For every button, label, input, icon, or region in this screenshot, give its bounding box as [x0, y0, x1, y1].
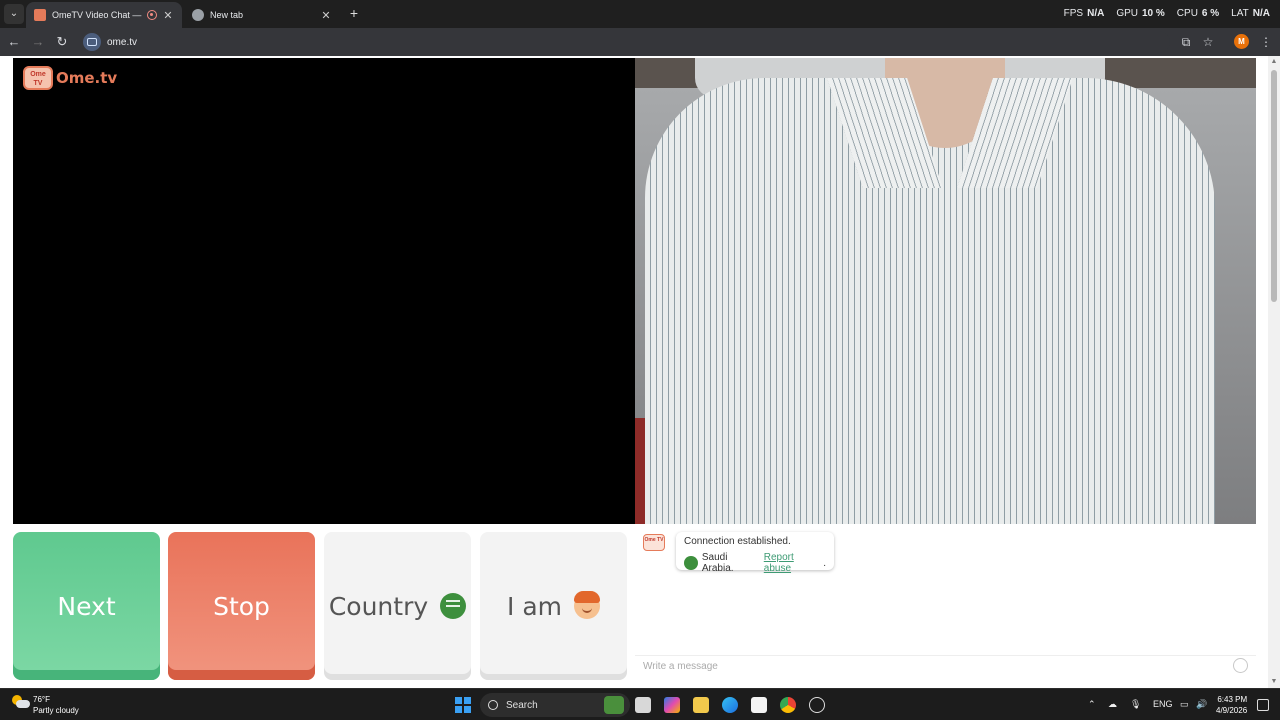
tab-new-tab[interactable]: New tab ✕	[184, 2, 340, 28]
stop-label: Stop	[213, 591, 270, 621]
scroll-down-icon[interactable]: ▼	[1270, 678, 1278, 686]
report-suffix: .	[823, 557, 826, 569]
menu-kebab-icon[interactable]: ⋮	[1258, 34, 1274, 50]
windows-taskbar: 76°F Partly cloudy Search ⌃ ☁ 🎙 ENG ▭ 🔊 …	[0, 688, 1280, 720]
microsoft-store-icon[interactable]	[751, 697, 767, 713]
partner-country: Saudi Arabia.	[701, 552, 734, 574]
cpu-readout: CPU 6 %	[1176, 8, 1220, 19]
app-icon[interactable]	[809, 697, 825, 713]
language-indicator[interactable]: ENG	[1153, 699, 1173, 709]
windows-start-icon[interactable]	[455, 697, 471, 713]
notification-icon[interactable]	[1257, 699, 1269, 711]
i-am-label: I am	[507, 591, 562, 621]
saudi-flag-icon	[440, 593, 467, 619]
scrollbar-thumb[interactable]	[1271, 70, 1277, 302]
chrome-icon[interactable]	[780, 697, 796, 713]
back-icon[interactable]: ←	[6, 34, 22, 50]
system-clock[interactable]: 6:43 PM 4/9/2026	[1216, 694, 1247, 716]
task-view-icon[interactable]	[635, 697, 651, 713]
close-tab-icon[interactable]: ✕	[320, 9, 332, 22]
lat-readout: LAT N/A	[1231, 8, 1270, 19]
page-scrollbar[interactable]: ▲ ▼	[1268, 56, 1280, 688]
reload-icon[interactable]: ↻	[54, 34, 70, 50]
report-abuse-link[interactable]: Report abuse	[764, 552, 823, 574]
page-content: Ome TV Ome.tv Next Stop Country I am Ome…	[0, 56, 1280, 688]
stop-button[interactable]: Stop	[168, 532, 315, 680]
tv-logo-icon: Ome TV	[23, 66, 53, 90]
search-icon	[488, 700, 498, 710]
tab-strip: ⌄ OmeTV Video Chat — Ome ✕ New tab ✕ + F…	[0, 0, 1280, 28]
ometv-chat-avatar-icon: Ome TV	[643, 534, 665, 551]
show-hidden-icons-icon[interactable]: ⌃	[1088, 699, 1096, 710]
close-tab-icon[interactable]: ✕	[162, 9, 174, 22]
new-tab-button[interactable]: +	[346, 5, 362, 21]
connection-status: Connection established.	[684, 536, 791, 547]
tab-title: New tab	[210, 10, 244, 20]
fps-readout: FPS N/A	[1063, 8, 1105, 19]
file-explorer-icon[interactable]	[693, 697, 709, 713]
recording-icon	[147, 10, 157, 20]
microphone-icon[interactable]: 🎙	[1130, 699, 1141, 710]
cast-icon[interactable]: ⧉	[1178, 34, 1194, 50]
chat-panel: Ome TV Connection established. Saudi Ara…	[635, 524, 1256, 688]
bookmark-star-icon[interactable]: ☆	[1200, 34, 1216, 50]
ometv-logo[interactable]: Ome TV Ome.tv	[23, 66, 117, 90]
temperature: 76°F	[33, 695, 50, 704]
network-icon[interactable]: ▭	[1180, 699, 1189, 710]
next-button[interactable]: Next	[13, 532, 160, 680]
forward-icon[interactable]: →	[30, 34, 46, 50]
profile-avatar[interactable]: M	[1234, 34, 1249, 49]
country-button[interactable]: Country	[324, 532, 471, 680]
message-placeholder: Write a message	[643, 661, 718, 672]
tab-ometv[interactable]: OmeTV Video Chat — Ome ✕	[26, 2, 182, 28]
gpu-readout: GPU 10 %	[1116, 8, 1165, 19]
tab-title: OmeTV Video Chat — Ome	[52, 10, 142, 20]
edge-icon[interactable]	[722, 697, 738, 713]
search-label: Search	[506, 699, 538, 711]
ometv-favicon-icon	[34, 9, 46, 21]
i-am-button[interactable]: I am	[480, 532, 627, 680]
taskbar-search[interactable]: Search	[480, 693, 630, 717]
message-input[interactable]: Write a message	[635, 655, 1256, 677]
search-highlight-icon	[604, 696, 624, 714]
logo-text: Ome.tv	[56, 69, 118, 87]
system-message: Connection established. Saudi Arabia. Re…	[676, 532, 834, 574]
clock-date: 4/9/2026	[1216, 706, 1248, 715]
performance-overlay: FPS N/A GPU 10 % CPU 6 % LAT N/A	[1064, 8, 1270, 19]
site-info-icon[interactable]	[83, 33, 101, 51]
partly-cloudy-icon[interactable]	[12, 695, 30, 709]
url-text[interactable]: ome.tv	[107, 37, 137, 48]
chrome-favicon-icon	[192, 9, 204, 21]
weather-condition: Partly cloudy	[33, 706, 79, 715]
boy-emoji-icon	[574, 591, 600, 619]
country-label: Country	[328, 591, 429, 621]
tab-search-button[interactable]: ⌄	[4, 4, 24, 24]
clock-time: 6:43 PM	[1217, 695, 1248, 704]
onedrive-cloud-icon[interactable]: ☁	[1108, 699, 1117, 710]
copilot-icon[interactable]	[664, 697, 680, 713]
scroll-up-icon[interactable]: ▲	[1270, 58, 1278, 66]
weather-widget[interactable]: 76°F Partly cloudy	[33, 694, 79, 716]
emoji-picker-icon[interactable]	[1233, 658, 1248, 673]
address-bar[interactable]: ome.tv	[80, 31, 1170, 53]
browser-toolbar: ← → ↻ ome.tv ⧉ ☆ M ⋮	[0, 28, 1280, 56]
next-label: Next	[57, 591, 116, 621]
remote-video: Ome TV Ome.tv	[13, 58, 635, 524]
saudi-flag-small-icon	[684, 556, 698, 570]
volume-icon[interactable]: 🔊	[1196, 699, 1207, 710]
local-camera-video	[635, 58, 1256, 524]
